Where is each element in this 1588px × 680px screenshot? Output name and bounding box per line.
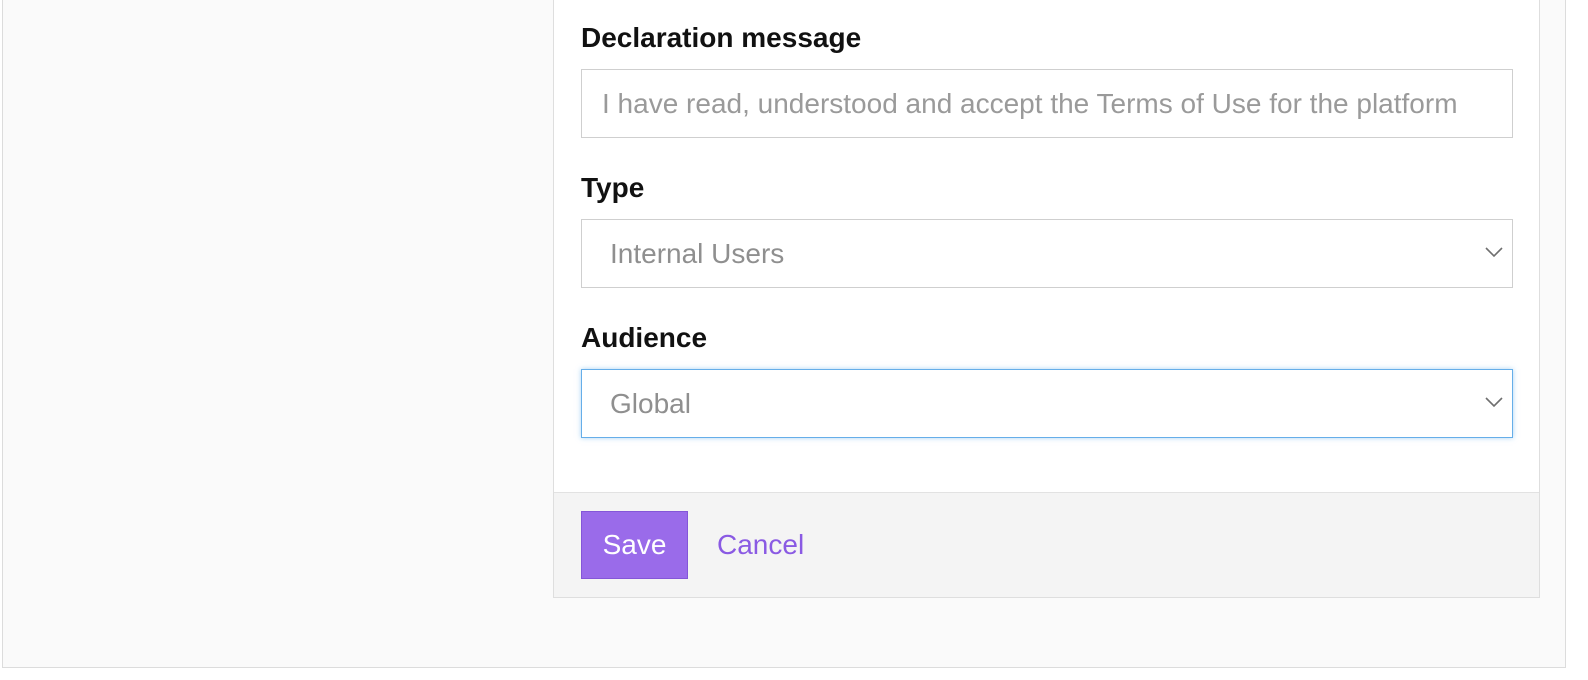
page-background: Declaration message Type Internal Users … xyxy=(2,0,1566,668)
form-actions: Save Cancel xyxy=(554,492,1539,597)
audience-label: Audience xyxy=(581,322,708,353)
audience-selected-value: Global xyxy=(610,388,691,419)
chevron-down-icon xyxy=(1485,247,1503,258)
form-card: Declaration message Type Internal Users … xyxy=(553,0,1540,598)
cancel-link[interactable]: Cancel xyxy=(717,511,804,579)
declaration-message-label: Declaration message xyxy=(581,22,862,53)
type-label: Type xyxy=(581,172,645,203)
save-button[interactable]: Save xyxy=(581,511,688,579)
type-selected-value: Internal Users xyxy=(610,238,785,269)
chevron-down-icon xyxy=(1485,397,1503,408)
audience-select[interactable]: Global xyxy=(581,369,1513,438)
type-select[interactable]: Internal Users xyxy=(581,219,1513,288)
declaration-message-input[interactable] xyxy=(581,69,1513,138)
